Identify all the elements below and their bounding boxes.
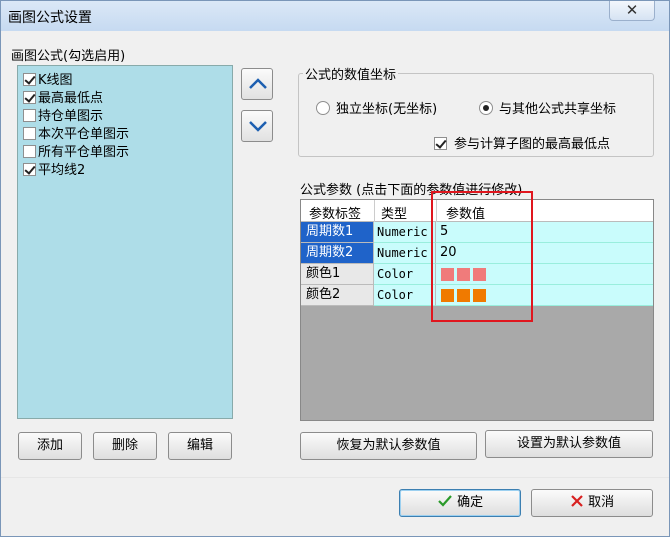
chevron-down-icon [249, 121, 267, 132]
add-button[interactable]: 添加 [18, 432, 82, 460]
checkbox[interactable] [23, 127, 36, 140]
list-item[interactable]: 所有平仓单图示 [23, 141, 130, 160]
column-header-type: 类型 [381, 207, 408, 222]
title-bar: 画图公式设置 ✕ [1, 1, 669, 31]
checkbox[interactable] [23, 73, 36, 86]
param-label-cell[interactable]: 周期数1 [301, 222, 374, 243]
window-title: 画图公式设置 [8, 10, 92, 26]
edit-button[interactable]: 编辑 [168, 432, 232, 460]
list-item-label: 最高最低点 [38, 91, 104, 106]
radio-label: 与其他公式共享坐标 [499, 102, 617, 117]
move-up-button[interactable] [241, 68, 273, 100]
column-header-label: 参数标签 [309, 207, 362, 222]
param-type-cell: Color [374, 264, 436, 285]
formula-settings-dialog: 画图公式设置 ✕ 画图公式(勾选启用) K线图 最高最低点 持仓单图示 本次平仓… [0, 0, 670, 537]
list-item-label: 本次平仓单图示 [38, 127, 130, 142]
restore-default-button[interactable]: 恢复为默认参数值 [300, 432, 477, 460]
radio-button[interactable] [316, 101, 330, 115]
x-icon [571, 495, 583, 507]
value-axis-legend: 公式的数值坐标 [303, 64, 399, 83]
param-type-cell: Numeric [374, 222, 436, 243]
param-type-cell: Numeric [374, 243, 436, 264]
move-down-button[interactable] [241, 110, 273, 142]
list-item[interactable]: 最高最低点 [23, 87, 104, 106]
close-icon: ✕ [625, 1, 639, 19]
formula-list-label: 画图公式(勾选启用) [11, 49, 126, 64]
set-default-button[interactable]: 设置为默认参数值 [485, 430, 653, 458]
formula-list[interactable]: K线图 最高最低点 持仓单图示 本次平仓单图示 所有平仓单图示 平均线2 [17, 65, 233, 419]
close-button[interactable]: ✕ [609, 1, 655, 21]
param-label-cell[interactable]: 颜色1 [301, 264, 374, 285]
cancel-button[interactable]: 取消 [531, 489, 653, 517]
param-label-cell[interactable]: 周期数2 [301, 243, 374, 264]
cancel-label: 取消 [588, 495, 615, 510]
checkbox[interactable] [23, 145, 36, 158]
list-item-label: 持仓单图示 [38, 109, 104, 124]
list-item[interactable]: 本次平仓单图示 [23, 123, 130, 142]
checkbox[interactable] [434, 137, 447, 150]
list-item-label: 所有平仓单图示 [38, 145, 130, 160]
delete-button[interactable]: 删除 [93, 432, 157, 460]
radio-shared-axis[interactable]: 与其他公式共享坐标 [479, 98, 616, 117]
checkbox[interactable] [23, 109, 36, 122]
checkbox-label: 参与计算子图的最高最低点 [454, 137, 611, 152]
highlight-annotation [431, 191, 533, 322]
ok-label: 确定 [457, 495, 484, 510]
list-item[interactable]: K线图 [23, 69, 73, 88]
chevron-up-icon [249, 78, 267, 89]
param-label-cell[interactable]: 颜色2 [301, 285, 374, 306]
ok-button[interactable]: 确定 [399, 489, 521, 517]
radio-independent-axis[interactable]: 独立坐标(无坐标) [316, 98, 437, 117]
checkbox[interactable] [23, 91, 36, 104]
include-extremes-checkbox[interactable]: 参与计算子图的最高最低点 [434, 133, 610, 152]
check-icon [438, 495, 452, 507]
checkbox[interactable] [23, 163, 36, 176]
list-item[interactable]: 持仓单图示 [23, 105, 104, 124]
list-item[interactable]: 平均线2 [23, 159, 86, 178]
list-item-label: K线图 [38, 73, 73, 88]
radio-label: 独立坐标(无坐标) [336, 102, 438, 117]
radio-button[interactable] [479, 101, 493, 115]
param-type-cell: Color [374, 285, 436, 306]
list-item-label: 平均线2 [38, 163, 86, 178]
divider [1, 477, 669, 478]
